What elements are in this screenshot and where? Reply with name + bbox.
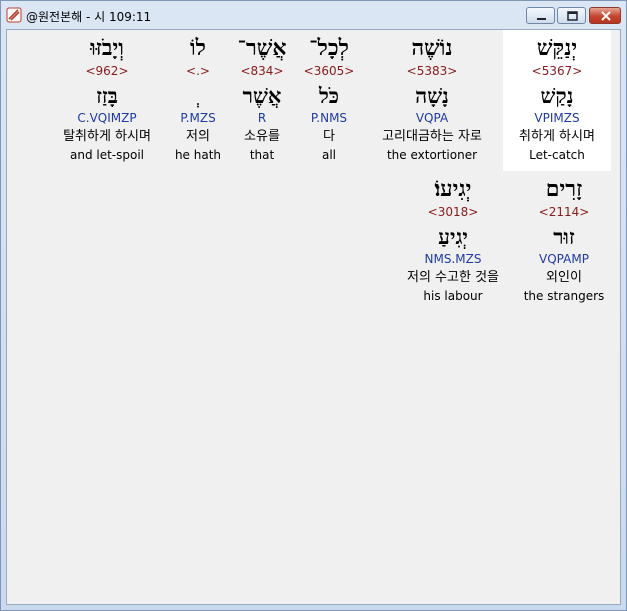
hebrew-word: זָרִים bbox=[545, 176, 583, 202]
english-gloss: all bbox=[321, 148, 337, 162]
hebrew-word: יְגִיעוֹ׃ bbox=[434, 176, 472, 202]
hebrew-word: וְיָבֹזּוּ bbox=[90, 35, 124, 61]
close-button[interactable] bbox=[589, 7, 621, 24]
korean-gloss: 다 bbox=[323, 129, 335, 144]
korean-gloss: 외인이 bbox=[546, 270, 582, 285]
hebrew-word: יְנַקֵּשׁ bbox=[536, 35, 578, 61]
close-icon bbox=[601, 11, 611, 21]
app-window: @원전본해 - 시 109:11 יְנַקֵּשׁ <5367> נָקַשׁ… bbox=[0, 0, 627, 611]
minimize-button[interactable] bbox=[526, 7, 555, 24]
word-cell[interactable]: זָרִים <2114> זוּר VQPAMP 외인이 the strang… bbox=[517, 171, 611, 312]
english-gloss: his labour bbox=[423, 289, 483, 303]
app-logo-icon bbox=[6, 7, 22, 23]
lexeme: אֲשֶׁר bbox=[242, 83, 282, 108]
lexeme: ְ bbox=[169, 83, 227, 109]
english-gloss: the extortioner bbox=[386, 148, 478, 162]
strong-number[interactable]: <.> bbox=[169, 64, 227, 78]
morphology-code[interactable]: R bbox=[231, 111, 293, 126]
english-gloss: the strangers bbox=[523, 289, 605, 303]
strong-number[interactable]: <2114> bbox=[517, 205, 611, 219]
english-gloss: and let-spoil bbox=[69, 148, 145, 162]
morphology-code[interactable]: C.VQIMZP bbox=[49, 111, 165, 126]
hebrew-word: אֲשֶׁר־ bbox=[237, 35, 287, 61]
lexeme: זוּר bbox=[553, 224, 575, 249]
word-cell[interactable]: נוֹשֶׁה <5383> נָשָׁה VQPA 고리대금하는 자로 the… bbox=[365, 30, 499, 171]
korean-gloss: 고리대금하는 자로 bbox=[382, 129, 482, 144]
lexeme: נָשָׁה bbox=[415, 83, 449, 108]
lexeme: בָּזַז bbox=[96, 83, 118, 108]
morphology-code[interactable]: VQPA bbox=[365, 111, 499, 126]
lexeme: נָקַשׁ bbox=[540, 83, 574, 108]
strong-number[interactable]: <834> bbox=[231, 64, 293, 78]
hebrew-word: לוֹ bbox=[190, 35, 206, 61]
korean-gloss: 저의 bbox=[186, 129, 210, 144]
strong-number[interactable]: <962> bbox=[49, 64, 165, 78]
morphology-code[interactable]: VPIMZS bbox=[503, 111, 611, 126]
korean-gloss: 탈취하게 하시며 bbox=[63, 129, 151, 144]
maximize-button[interactable] bbox=[557, 7, 586, 24]
window-title: @원전본해 - 시 109:11 bbox=[26, 10, 152, 24]
title-bar[interactable]: @원전본해 - 시 109:11 bbox=[1, 1, 626, 29]
morphology-code[interactable]: VQPAMP bbox=[517, 252, 611, 267]
verse-panel: יְנַקֵּשׁ <5367> נָקַשׁ VPIMZS 취하게 하시며 L… bbox=[6, 29, 621, 605]
strong-number[interactable]: <5383> bbox=[365, 64, 499, 78]
morphology-code[interactable]: NMS.MZS bbox=[391, 252, 515, 267]
english-gloss: that bbox=[249, 148, 275, 162]
word-cell[interactable]: יְנַקֵּשׁ <5367> נָקַשׁ VPIMZS 취하게 하시며 L… bbox=[503, 30, 611, 171]
word-cell[interactable]: לוֹ <.> ְ P.MZS 저의 he hath bbox=[169, 30, 227, 171]
english-gloss: Let-catch bbox=[529, 148, 585, 162]
korean-gloss: 취하게 하시며 bbox=[519, 129, 595, 144]
strong-number[interactable]: <3018> bbox=[391, 205, 515, 219]
english-gloss: he hath bbox=[174, 148, 222, 162]
morphology-code[interactable]: P.MZS bbox=[169, 111, 227, 126]
hebrew-word: נוֹשֶׁה bbox=[411, 35, 453, 61]
strong-number[interactable]: <3605> bbox=[297, 64, 361, 78]
morphology-code[interactable]: P.NMS bbox=[297, 111, 361, 126]
word-cell[interactable]: וְיָבֹזּוּ <962> בָּזַז C.VQIMZP 탈취하게 하시… bbox=[49, 30, 165, 171]
word-cell[interactable]: יְגִיעוֹ׃ <3018> יְגִיעַ NMS.MZS 저의 수고한 … bbox=[391, 171, 515, 312]
korean-gloss: 저의 수고한 것을 bbox=[407, 270, 499, 285]
lexeme: יְגִיעַ bbox=[438, 224, 468, 249]
strong-number[interactable]: <5367> bbox=[503, 64, 611, 78]
hebrew-word: לְכָל־ bbox=[309, 35, 349, 61]
lexeme: כֹּל bbox=[318, 83, 340, 108]
word-cell[interactable]: אֲשֶׁר־ <834> אֲשֶׁר R 소유를 that bbox=[231, 30, 293, 171]
korean-gloss: 소유를 bbox=[244, 129, 280, 144]
minimize-icon bbox=[537, 18, 546, 20]
word-cell[interactable]: לְכָל־ <3605> כֹּל P.NMS 다 all bbox=[297, 30, 361, 171]
maximize-icon bbox=[567, 11, 578, 21]
